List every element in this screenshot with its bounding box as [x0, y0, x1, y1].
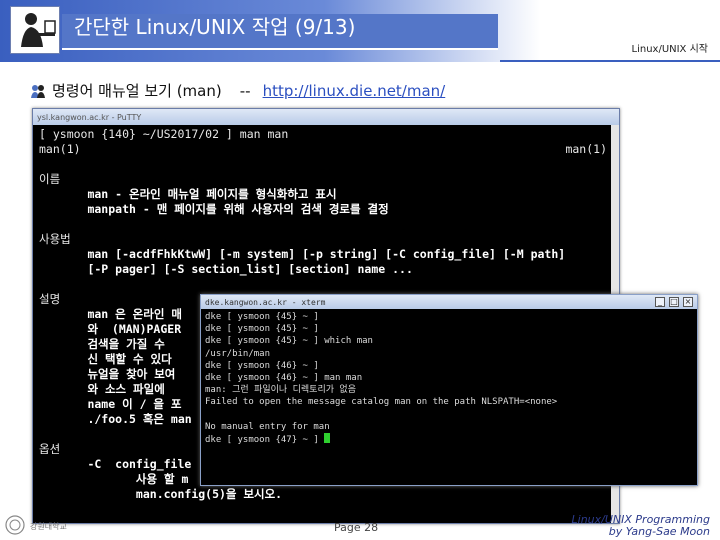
bullet-separator: -- — [239, 81, 251, 100]
terminal-cursor — [324, 432, 331, 443]
teacher-logo-icon — [10, 6, 60, 54]
terminal-line: man.config(5)을 보시오. — [39, 487, 283, 501]
xterm-prompt-line[interactable]: dke [ ysmoon {47} ~ ] — [205, 432, 693, 445]
xterm-line: Failed to open the message catalog man o… — [205, 397, 558, 408]
xterm-line: dke [ ysmoon {45} ~ ] — [205, 324, 319, 335]
xterm-line: dke [ ysmoon {46} ~ ] — [205, 360, 319, 371]
close-button[interactable]: × — [683, 297, 693, 307]
xterm-line: dke [ ysmoon {45} ~ ] — [205, 312, 319, 322]
bullet-text: 명령어 매뉴얼 보기 (man) — [52, 82, 222, 100]
terminal-line: 이름 — [39, 172, 61, 186]
terminal-line: manpath - 맨 페이지를 위해 사용자의 검색 경로를 결정 — [39, 202, 389, 216]
xterm-line: dke [ ysmoon {45} ~ ] which man — [205, 336, 373, 347]
terminal-line: [-P pager] [-S section_list] [section] n… — [39, 262, 413, 276]
xterm-line: /usr/bin/man — [205, 348, 271, 359]
terminal-line: man(1) man(1) — [39, 142, 607, 156]
university-name: 강원대학교 — [30, 522, 67, 531]
page-number: Page 28 — [334, 521, 379, 534]
xterm-titlebar[interactable]: dke.kangwon.ac.kr - xterm _ □ × — [201, 295, 697, 309]
terminal-line: man - 온라인 매뉴얼 페이지를 형식화하고 표시 — [39, 187, 337, 201]
xterm-title: dke.kangwon.ac.kr - xterm — [205, 297, 326, 307]
putty-title: ysl.kangwon.ac.kr - PuTTY — [37, 112, 142, 122]
header-divider — [500, 60, 720, 62]
man-pages-link[interactable]: http://linux.die.net/man/ — [263, 82, 446, 100]
xterm-line: dke [ ysmoon {46} ~ ] man man — [205, 372, 363, 383]
terminal-line: [ ysmoon {140} ~/US2017/02 ] man man — [39, 127, 289, 141]
slide-title: 간단한 Linux/UNIX 작업 (9/13) — [74, 15, 356, 39]
xterm-window[interactable]: dke.kangwon.ac.kr - xterm _ □ × dke [ ys… — [200, 294, 698, 486]
people-bullet-icon — [31, 84, 45, 98]
xterm-line: man: 그런 파일이나 디렉토리가 없음 — [205, 385, 356, 396]
bullet-row: 명령어 매뉴얼 보기 (man) -- http://linux.die.net… — [30, 80, 445, 101]
minimize-button[interactable]: _ — [655, 297, 665, 307]
maximize-button[interactable]: □ — [669, 297, 679, 307]
terminal-line: 사용법 — [39, 232, 71, 246]
footer-author: by Yang-Sae Moon — [608, 525, 710, 538]
terminal-line: man [-acdfFhkKtwW] [-m system] [-p strin… — [39, 247, 566, 261]
xterm-terminal[interactable]: dke [ ysmoon {45} ~ ] dke [ ysmoon {45} … — [205, 311, 693, 485]
xterm-line: No manual entry for man — [205, 421, 330, 432]
footer-course: Linux/UNIX Programming by Yang-Sae Moon — [572, 514, 710, 538]
course-label: Linux/UNIX 시작 — [631, 44, 709, 55]
putty-titlebar[interactable]: ysl.kangwon.ac.kr - PuTTY — [33, 109, 619, 125]
putty-right-label: man(1) — [565, 142, 607, 156]
xterm-line — [205, 409, 693, 421]
